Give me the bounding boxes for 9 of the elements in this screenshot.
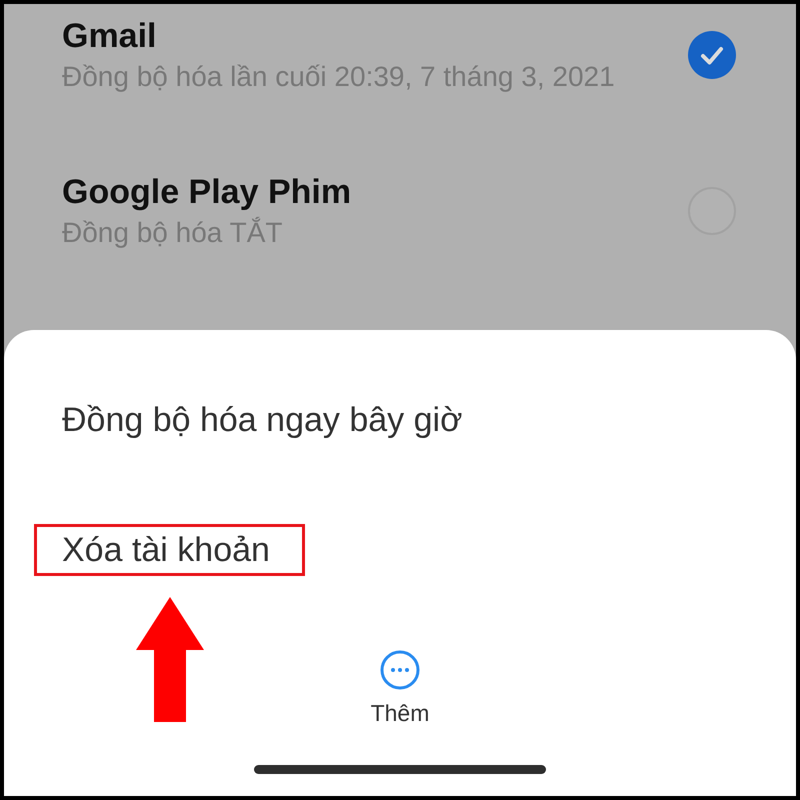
sync-status: Đồng bộ hóa TẮT [62,216,284,250]
account-title: Gmail [62,16,158,57]
checked-circle-icon[interactable] [688,31,736,79]
account-title: Google Play Phim [62,172,352,213]
more-button[interactable]: Thêm [370,650,430,727]
more-icon [380,650,420,690]
menu-item[interactable]: Xóa tài khoản [62,529,270,571]
menu-item[interactable]: Đồng bộ hóa ngay bây giờ [62,399,462,441]
sync-status: Đồng bộ hóa lần cuối 20:39, 7 tháng 3, 2021 [62,60,615,94]
